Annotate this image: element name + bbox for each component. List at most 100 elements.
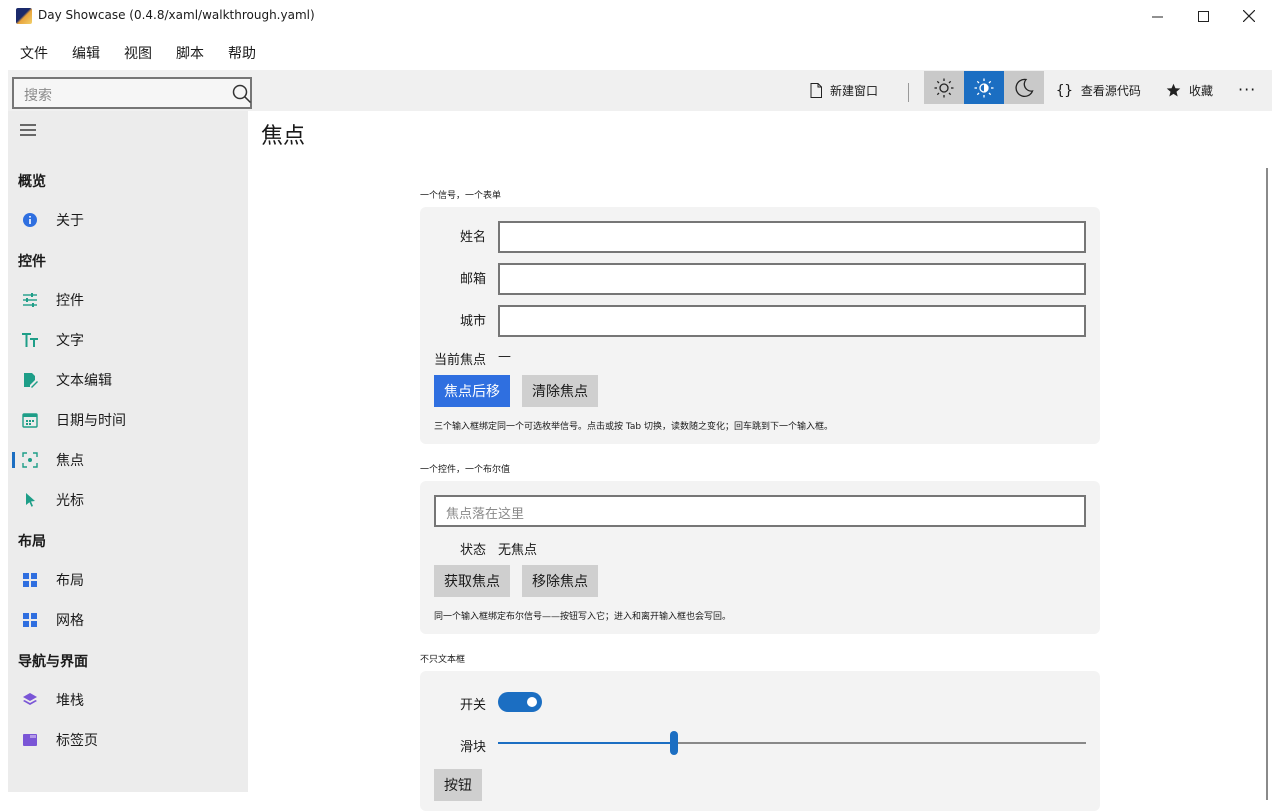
sidebar-item-label: 网格 bbox=[56, 613, 84, 629]
layout-icon bbox=[23, 573, 37, 587]
toggle-switch[interactable] bbox=[498, 692, 542, 712]
name-field[interactable] bbox=[498, 221, 1086, 253]
sidebar-item-about[interactable]: 关于 bbox=[8, 200, 248, 240]
maximize-icon bbox=[1197, 10, 1209, 22]
close-button[interactable] bbox=[1226, 0, 1272, 32]
vertical-scrollbar[interactable] bbox=[1266, 168, 1268, 800]
sidebar-item-label: 焦点 bbox=[56, 453, 84, 469]
sidebar-section-overview: 概览 bbox=[18, 174, 46, 190]
switch-label: 开关 bbox=[460, 698, 487, 713]
sun-icon bbox=[934, 78, 954, 97]
form-note: 三个输入框绑定同一个可选枚举信号。点击或按 Tab 切换，读数随之变化；回车跳到… bbox=[434, 422, 833, 432]
cursor-icon bbox=[26, 493, 35, 507]
move-focus-button[interactable]: 焦点后移 bbox=[434, 375, 510, 407]
info-icon bbox=[23, 213, 37, 227]
toolbar-divider bbox=[908, 83, 909, 102]
sidebar-item-label: 堆栈 bbox=[56, 693, 84, 709]
focus-target-input[interactable]: 焦点落在这里 bbox=[434, 495, 1086, 527]
sidebar-item-grid[interactable]: 网格 bbox=[8, 600, 248, 640]
sidebar-item-label: 标签页 bbox=[56, 733, 98, 749]
search-input[interactable]: 搜索 bbox=[24, 85, 52, 105]
sidebar-item-text-editing[interactable]: 文本编辑 bbox=[8, 360, 248, 400]
sidebar-item-label: 文字 bbox=[56, 333, 84, 349]
sidebar-section-navigation: 导航与界面 bbox=[18, 654, 88, 670]
menu-view[interactable]: 视图 bbox=[124, 43, 152, 63]
sidebar-item-label: 布局 bbox=[56, 573, 84, 589]
star-icon bbox=[1166, 83, 1181, 97]
sidebar-item-controls[interactable]: 控件 bbox=[8, 280, 248, 320]
search-icon[interactable] bbox=[232, 84, 252, 104]
menu-help[interactable]: 帮助 bbox=[228, 43, 256, 63]
sidebar-item-layout[interactable]: 布局 bbox=[8, 560, 248, 600]
current-focus-value: — bbox=[498, 349, 511, 364]
menu-file[interactable]: 文件 bbox=[20, 43, 48, 63]
view-source-button[interactable]: {} 查看源代码 bbox=[1056, 82, 1141, 99]
sidebar-item-label: 日期与时间 bbox=[56, 413, 126, 429]
menu-script[interactable]: 脚本 bbox=[176, 43, 204, 63]
sidebar-item-label: 关于 bbox=[56, 213, 84, 229]
page-title: 焦点 bbox=[261, 124, 306, 149]
new-window-label: 新建窗口 bbox=[830, 84, 879, 98]
close-icon bbox=[1243, 10, 1255, 22]
theme-light-button[interactable] bbox=[924, 71, 964, 104]
email-field[interactable] bbox=[498, 263, 1086, 295]
slider-track[interactable] bbox=[498, 742, 1086, 744]
group-caption-form: 一个信号，一个表单 bbox=[420, 191, 502, 201]
new-window-button[interactable]: 新建窗口 bbox=[810, 82, 878, 99]
view-source-label: 查看源代码 bbox=[1080, 84, 1141, 98]
focus-icon bbox=[22, 452, 38, 468]
tabs-icon bbox=[23, 734, 37, 746]
current-focus-label: 当前焦点 bbox=[434, 353, 487, 368]
sidebar-item-label: 光标 bbox=[56, 493, 84, 509]
maximize-button[interactable] bbox=[1180, 0, 1226, 32]
hamburger-menu-icon[interactable] bbox=[20, 124, 36, 136]
sidebar-item-stack[interactable]: 堆栈 bbox=[8, 680, 248, 720]
theme-auto-button[interactable] bbox=[964, 71, 1004, 104]
clear-focus-button[interactable]: 清除焦点 bbox=[522, 375, 598, 407]
favorite-button[interactable]: 收藏 bbox=[1166, 82, 1213, 99]
focus-target-placeholder: 焦点落在这里 bbox=[446, 507, 525, 522]
slider-fill bbox=[498, 742, 675, 744]
status-value: 无焦点 bbox=[498, 543, 538, 558]
group-caption-more: 不只文本框 bbox=[420, 655, 466, 665]
sidebar-item-date-time[interactable]: 日期与时间 bbox=[8, 400, 248, 440]
city-field[interactable] bbox=[498, 305, 1086, 337]
group-caption-control: 一个控件，一个布尔值 bbox=[420, 465, 511, 475]
plain-button[interactable]: 按钮 bbox=[434, 769, 482, 801]
active-indicator bbox=[12, 452, 15, 468]
search-box[interactable]: 搜索 bbox=[12, 77, 252, 109]
name-label: 姓名 bbox=[460, 230, 487, 245]
more-options-button[interactable]: ··· bbox=[1238, 80, 1256, 99]
email-label: 邮箱 bbox=[460, 272, 487, 287]
sidebar-item-label: 文本编辑 bbox=[56, 373, 112, 389]
moon-icon bbox=[1015, 78, 1034, 97]
menu-edit[interactable]: 编辑 bbox=[72, 43, 100, 63]
sidebar-item-tabs[interactable]: 标签页 bbox=[8, 720, 248, 760]
calendar-icon bbox=[22, 413, 38, 428]
sliders-icon bbox=[23, 293, 37, 307]
sidebar-item-cursor[interactable]: 光标 bbox=[8, 480, 248, 520]
toggle-knob bbox=[527, 697, 537, 707]
half-sun-icon bbox=[974, 78, 994, 97]
remove-focus-button[interactable]: 移除焦点 bbox=[522, 565, 598, 597]
theme-dark-button[interactable] bbox=[1004, 71, 1044, 104]
favorite-label: 收藏 bbox=[1189, 84, 1214, 98]
sidebar-item-focus[interactable]: 焦点 bbox=[8, 440, 248, 480]
slider-label: 滑块 bbox=[460, 740, 487, 755]
sidebar-item-label: 控件 bbox=[56, 293, 84, 309]
edit-icon bbox=[24, 373, 38, 388]
text-icon bbox=[22, 333, 38, 347]
minimize-button[interactable] bbox=[1134, 0, 1180, 32]
title-bar: Day Showcase (0.4.8/xaml/walkthrough.yam… bbox=[0, 0, 1280, 32]
braces-icon: {} bbox=[1056, 82, 1073, 99]
minimize-icon bbox=[1151, 16, 1163, 17]
status-label: 状态 bbox=[460, 543, 487, 558]
acquire-focus-button[interactable]: 获取焦点 bbox=[434, 565, 510, 597]
window-title: Day Showcase (0.4.8/xaml/walkthrough.yam… bbox=[38, 8, 315, 22]
city-label: 城市 bbox=[460, 314, 487, 329]
control-note: 同一个输入框绑定布尔信号——按钮写入它；进入和离开输入框也会写回。 bbox=[434, 612, 732, 622]
sidebar-section-controls: 控件 bbox=[18, 254, 46, 270]
document-icon bbox=[810, 83, 822, 98]
slider-thumb[interactable] bbox=[670, 731, 679, 755]
sidebar-item-text[interactable]: 文字 bbox=[8, 320, 248, 360]
